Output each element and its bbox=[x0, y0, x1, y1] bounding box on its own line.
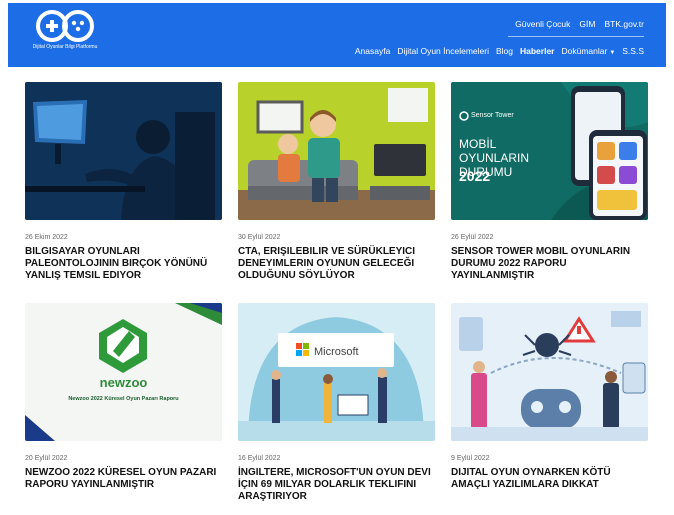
nav-dokumanlar-label: Dokümanlar bbox=[561, 46, 608, 56]
nav-haberler[interactable]: Haberler bbox=[520, 46, 555, 56]
article-date: 26 Ekim 2022 bbox=[25, 234, 68, 241]
nav-dokumanlar[interactable]: Dokümanlar ▼ bbox=[561, 46, 615, 56]
article-date: 9 Eylül 2022 bbox=[451, 455, 490, 462]
article-title[interactable]: Dijital Oyun Oynarken Kötü Amaçlı Yazılı… bbox=[451, 467, 648, 491]
news-thumbnail-boy-at-computer[interactable] bbox=[25, 82, 222, 220]
news-card[interactable]: 30 Eylül 2022 CTA, Erişilebilir ve Sürük… bbox=[238, 82, 435, 282]
nav-sss[interactable]: S.S.S bbox=[622, 46, 644, 56]
article-date: 20 Eylül 2022 bbox=[25, 455, 68, 462]
news-card[interactable]: 9 Eylül 2022 Dijital Oyun Oynarken Kötü … bbox=[451, 303, 648, 491]
game-controller-logo-icon bbox=[36, 10, 94, 42]
article-date: 26 Eylül 2022 bbox=[451, 234, 494, 241]
news-thumbnail-sensor-tower[interactable]: Sensor Tower MOBİL OYUNLARIN DURUMU 2022 bbox=[451, 82, 648, 220]
newzoo-brand: newzoo bbox=[99, 375, 148, 390]
chevron-down-icon: ▼ bbox=[609, 50, 616, 56]
article-title[interactable]: Sensor Tower Mobil Oyunların Durumu 2022… bbox=[451, 246, 648, 282]
site-logo[interactable]: Dijital Oyunlar Bilgi Platformu bbox=[30, 9, 100, 65]
link-gim[interactable]: GİM bbox=[579, 19, 595, 29]
utility-nav: Güvenli Çocuk GİM BTK.gov.tr bbox=[515, 19, 644, 29]
news-thumbnail-family-gaming[interactable] bbox=[238, 82, 435, 220]
sensor-tower-year: 2022 bbox=[459, 168, 491, 184]
article-title[interactable]: Newzoo 2022 Küresel Oyun Pazarı Raporu Y… bbox=[25, 467, 222, 491]
article-title[interactable]: CTA, Erişilebilir ve Sürükleyici Deneyim… bbox=[238, 246, 435, 282]
logo-text: Dijital Oyunlar Bilgi Platformu bbox=[32, 44, 98, 50]
news-card[interactable]: Microsoft 16 Eylül 2022 İngiltere, Micro… bbox=[238, 303, 435, 503]
news-thumbnail-newzoo[interactable]: newzoo Newzoo 2022 Küresel Oyun Pazarı R… bbox=[25, 303, 222, 441]
nav-anasayfa[interactable]: Anasayfa bbox=[355, 46, 390, 56]
article-date: 30 Eylül 2022 bbox=[238, 234, 281, 241]
microsoft-brand: Microsoft bbox=[314, 346, 359, 358]
news-card[interactable]: newzoo Newzoo 2022 Küresel Oyun Pazarı R… bbox=[25, 303, 222, 491]
nav-blog[interactable]: Blog bbox=[496, 46, 513, 56]
article-title[interactable]: İngiltere, Microsoft'un Oyun Devi İçin 6… bbox=[238, 467, 435, 503]
nav-dijital-oyun-incelemeleri[interactable]: Dijital Oyun İncelemeleri bbox=[397, 46, 489, 56]
link-guvenli-cocuk[interactable]: Güvenli Çocuk bbox=[515, 19, 570, 29]
main-nav: Anasayfa Dijital Oyun İncelemeleri Blog … bbox=[355, 46, 644, 56]
link-btk[interactable]: BTK.gov.tr bbox=[604, 19, 644, 29]
news-card[interactable]: Sensor Tower MOBİL OYUNLARIN DURUMU 2022… bbox=[451, 82, 648, 282]
news-thumbnail-microsoft[interactable]: Microsoft bbox=[238, 303, 435, 441]
site-header: Dijital Oyunlar Bilgi Platformu Güvenli … bbox=[8, 3, 666, 67]
nav-divider bbox=[508, 36, 644, 37]
news-card[interactable]: 26 Ekim 2022 Bilgisayar Oyunları Paleont… bbox=[25, 82, 222, 282]
newzoo-caption: Newzoo 2022 Küresel Oyun Pazarı Raporu bbox=[68, 396, 179, 402]
news-thumbnail-malware[interactable] bbox=[451, 303, 648, 441]
article-date: 16 Eylül 2022 bbox=[238, 455, 281, 462]
sensor-tower-brand: Sensor Tower bbox=[471, 112, 514, 119]
article-title[interactable]: Bilgisayar Oyunları Paleontolojinin Birç… bbox=[25, 246, 222, 282]
